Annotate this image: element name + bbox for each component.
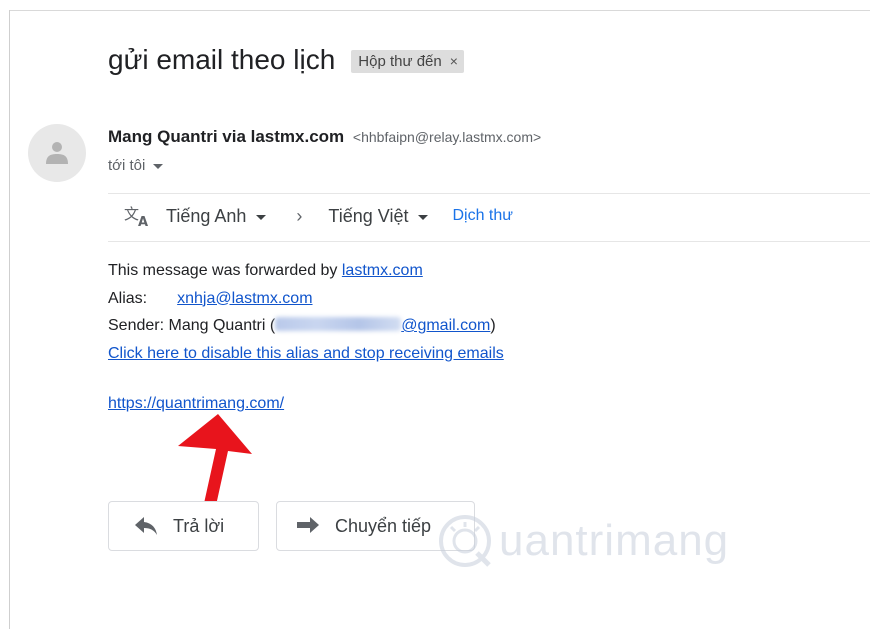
quantrimang-link[interactable]: https://quantrimang.com/ — [108, 395, 284, 412]
disable-alias-link[interactable]: Click here to disable this alias and sto… — [108, 345, 504, 362]
reply-button[interactable]: Trả lời — [108, 501, 259, 551]
forwarded-line: This message was forwarded by lastmx.com — [108, 257, 504, 285]
watermark-text: uantrimang — [499, 516, 730, 565]
chevron-down-icon — [418, 214, 429, 220]
inbox-label-text: Hộp thư đến — [358, 52, 442, 70]
subject-row: gửi email theo lịch Hộp thư đến × — [108, 44, 464, 76]
sender-line: Mang Quantri via lastmx.com <hhbfaipn@re… — [108, 127, 541, 147]
alias-link[interactable]: xnhja@lastmx.com — [177, 290, 312, 307]
person-icon — [46, 142, 68, 164]
window-left-border — [9, 10, 10, 629]
watermark-logo-icon — [439, 515, 491, 567]
forwarded-text: This message was forwarded by — [108, 262, 342, 279]
target-language-label: Tiếng Việt — [328, 205, 409, 226]
disable-alias-line: Click here to disable this alias and sto… — [108, 340, 504, 368]
target-language-select[interactable]: Tiếng Việt — [328, 205, 429, 227]
sender-gmail-link[interactable]: @gmail.com — [275, 317, 490, 334]
recipient-text: tới tôi — [108, 157, 146, 174]
site-link-line: https://quantrimang.com/ — [108, 395, 284, 413]
reply-label: Trả lời — [173, 515, 225, 536]
svg-text:文: 文 — [124, 205, 139, 223]
sender-gmail-domain: @gmail.com — [401, 317, 491, 334]
divider — [108, 241, 870, 242]
chevron-down-icon — [153, 164, 164, 169]
sender-name[interactable]: Mang Quantri via lastmx.com — [108, 127, 344, 146]
translate-message-link[interactable]: Dịch thư — [452, 207, 513, 225]
alias-line: Alias: xnhja@lastmx.com — [108, 285, 504, 313]
sender-email: <hhbfaipn@relay.lastmx.com> — [352, 129, 542, 145]
forward-label: Chuyển tiếp — [335, 515, 432, 536]
quantrimang-watermark: uantrimang — [437, 513, 729, 569]
reply-icon — [135, 517, 157, 535]
forward-icon — [297, 517, 319, 535]
svg-text:A: A — [138, 215, 148, 227]
sender-avatar[interactable] — [28, 124, 86, 182]
lastmx-link[interactable]: lastmx.com — [342, 262, 423, 279]
blurred-email-username — [275, 317, 402, 331]
email-subject: gửi email theo lịch — [108, 44, 336, 75]
remove-label-icon[interactable]: × — [450, 53, 458, 69]
source-language-select[interactable]: Tiếng Anh — [166, 205, 267, 227]
source-language-label: Tiếng Anh — [166, 205, 247, 226]
divider — [108, 193, 870, 194]
chevron-down-icon — [256, 214, 267, 220]
recipient-details-toggle[interactable]: tới tôi — [108, 157, 164, 174]
translate-icon: 文 A — [124, 205, 150, 227]
translate-bar: 文 A Tiếng Anh › Tiếng Việt Dịch thư — [124, 205, 513, 227]
sender-info-close: ) — [490, 317, 496, 334]
chevron-right-icon: › — [296, 205, 303, 226]
email-body: This message was forwarded by lastmx.com… — [108, 257, 504, 367]
sender-info-label: Sender: Mang Quantri ( — [108, 317, 276, 334]
inbox-label-chip[interactable]: Hộp thư đến × — [351, 49, 464, 73]
sender-info-line: Sender: Mang Quantri ( @gmail.com) — [108, 312, 504, 340]
window-top-border — [9, 10, 870, 11]
alias-label: Alias: — [108, 289, 148, 307]
